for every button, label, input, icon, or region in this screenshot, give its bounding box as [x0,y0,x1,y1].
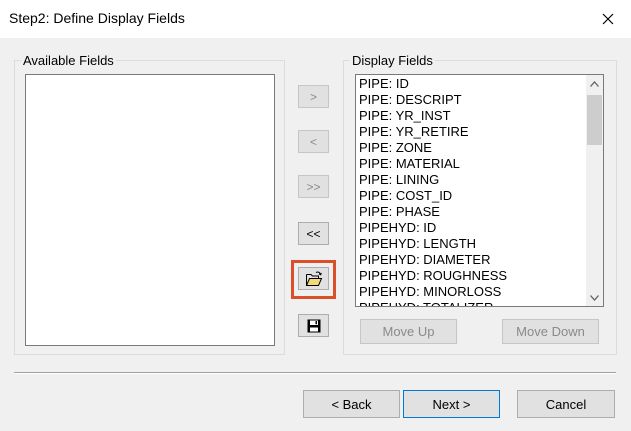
save-disk-icon [307,319,320,332]
available-fields-group: Available Fields [14,53,285,355]
display-fields-label: Display Fields [350,53,435,68]
chevron-down-icon [590,294,599,301]
title-bar: Step2: Define Display Fields [0,0,631,38]
list-item[interactable]: PIPE: ID [358,76,584,92]
list-item[interactable]: PIPE: LINING [358,172,584,188]
back-button[interactable]: < Back [303,390,400,418]
cancel-button[interactable]: Cancel [517,390,615,418]
list-item[interactable]: PIPE: YR_RETIRE [358,124,584,140]
list-item[interactable]: PIPE: PHASE [358,204,584,220]
close-icon [602,13,614,25]
add-all-fields-button[interactable]: >> [298,175,329,198]
move-down-button[interactable]: Move Down [502,319,599,344]
chevron-up-icon [590,80,599,87]
display-fields-items: PIPE: ID PIPE: DESCRIPT PIPE: YR_INST PIPE:… [358,76,584,306]
save-file-button[interactable] [298,314,329,337]
scroll-thumb[interactable] [587,95,602,145]
list-item[interactable]: PIPE: MATERIAL [358,156,584,172]
list-item[interactable]: PIPE: COST_ID [358,188,584,204]
list-item[interactable]: PIPEHYD: LENGTH [358,236,584,252]
list-item[interactable]: PIPEHYD: TOTALIZER [358,300,584,306]
display-fields-list[interactable]: PIPE: ID PIPE: DESCRIPT PIPE: YR_INST PIPE:… [355,74,604,307]
available-fields-label: Available Fields [21,53,116,68]
available-fields-list[interactable] [25,74,275,346]
next-button[interactable]: Next > [403,390,500,418]
dialog-body: Available Fields > < >> << Display Field… [0,38,631,431]
remove-all-fields-button[interactable]: << [298,222,329,245]
close-button[interactable] [585,0,631,38]
list-item[interactable]: PIPE: ZONE [358,140,584,156]
scroll-up-button[interactable] [586,75,603,92]
display-fields-group: Display Fields PIPE: ID PIPE: DESCRIPT PIP… [343,53,617,355]
footer-divider [14,372,616,374]
list-item[interactable]: PIPE: YR_INST [358,108,584,124]
list-item[interactable]: PIPEHYD: ROUGHNESS [358,268,584,284]
display-fields-scrollbar[interactable] [586,75,603,306]
move-up-button[interactable]: Move Up [360,319,457,344]
list-item[interactable]: PIPEHYD: MINORLOSS [358,284,584,300]
list-item[interactable]: PIPE: DESCRIPT [358,92,584,108]
window-title: Step2: Define Display Fields [9,10,185,26]
list-item[interactable]: PIPEHYD: DIAMETER [358,252,584,268]
add-field-button[interactable]: > [298,85,329,108]
remove-field-button[interactable]: < [298,130,329,153]
scroll-down-button[interactable] [586,289,603,306]
open-file-button[interactable] [298,267,329,290]
folder-open-icon [305,271,322,286]
list-item[interactable]: PIPEHYD: ID [358,220,584,236]
